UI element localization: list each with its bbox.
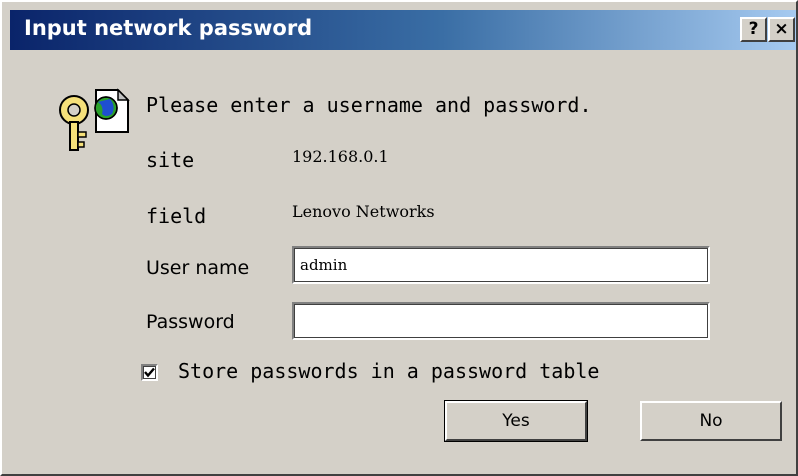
field-value: Lenovo Networks [292, 202, 435, 221]
key-globe-icon [59, 88, 130, 151]
title-bar[interactable]: Input network password ? × [10, 10, 796, 50]
site-value: 192.168.0.1 [292, 147, 389, 166]
store-password-checkbox[interactable] [141, 364, 158, 381]
window-title: Input network password [24, 16, 313, 40]
password-label: Password [146, 311, 235, 333]
close-button[interactable]: × [768, 17, 795, 42]
site-label: site [146, 148, 195, 172]
password-dialog: Input network password ? × Please enter … [0, 0, 798, 476]
yes-button[interactable]: Yes [444, 400, 588, 442]
help-button[interactable]: ? [740, 17, 767, 42]
username-label: User name [146, 257, 250, 279]
no-button[interactable]: No [640, 401, 782, 441]
checkmark-icon [144, 367, 155, 378]
username-input[interactable]: admin [292, 246, 710, 284]
field-label: field [146, 204, 207, 228]
password-input[interactable] [292, 302, 710, 340]
prompt-text: Please enter a username and password. [146, 93, 592, 117]
store-password-label[interactable]: Store passwords in a password table [178, 359, 599, 383]
